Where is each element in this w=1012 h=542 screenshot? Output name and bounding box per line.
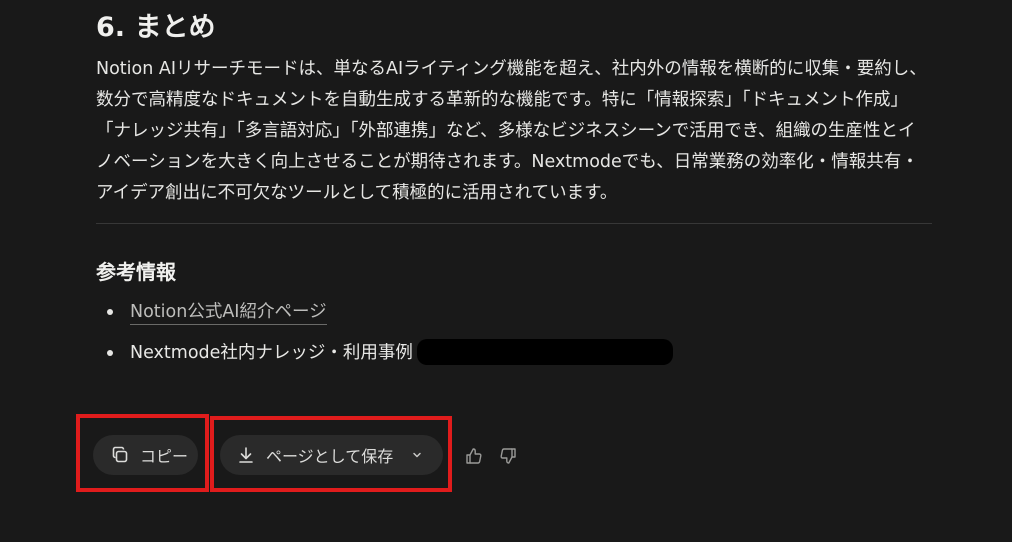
references-title: 参考情報 (96, 260, 176, 284)
response-content: 6. まとめ Notion AIリサーチモードは、単なるAIライティング機能を超… (96, 8, 932, 380)
copy-icon (109, 444, 131, 466)
summary-paragraph: Notion AIリサーチモードは、単なるAIライティング機能を超え、社内外の情… (96, 59, 927, 203)
save-as-page-button[interactable]: ページとして保存 (220, 435, 443, 475)
copy-button[interactable]: コピー (93, 435, 198, 475)
redacted-block (416, 338, 673, 365)
copy-button-label: コピー (140, 447, 189, 466)
list-item: Nextmode社内ナレッジ・利用事例 (107, 338, 932, 367)
bullet (107, 309, 113, 315)
bullet (107, 350, 113, 356)
save-button-label: ページとして保存 (266, 447, 394, 466)
chevron-down-icon[interactable] (411, 449, 423, 461)
download-icon (235, 444, 257, 466)
notion-ai-page-link[interactable]: Notion公式AI紹介ページ (130, 302, 327, 325)
internal-knowledge-text: Nextmode社内ナレッジ・利用事例 (130, 343, 413, 363)
section-title: 6. まとめ (96, 12, 216, 43)
divider (96, 223, 932, 224)
chat-response-view: 6. まとめ Notion AIリサーチモードは、単なるAIライティング機能を超… (0, 0, 1012, 542)
thumbs-down-icon[interactable] (497, 445, 519, 467)
list-item: Notion公式AI紹介ページ (107, 298, 932, 326)
references-list: Notion公式AI紹介ページ Nextmode社内ナレッジ・利用事例 (96, 298, 932, 367)
thumbs-up-icon[interactable] (463, 445, 485, 467)
